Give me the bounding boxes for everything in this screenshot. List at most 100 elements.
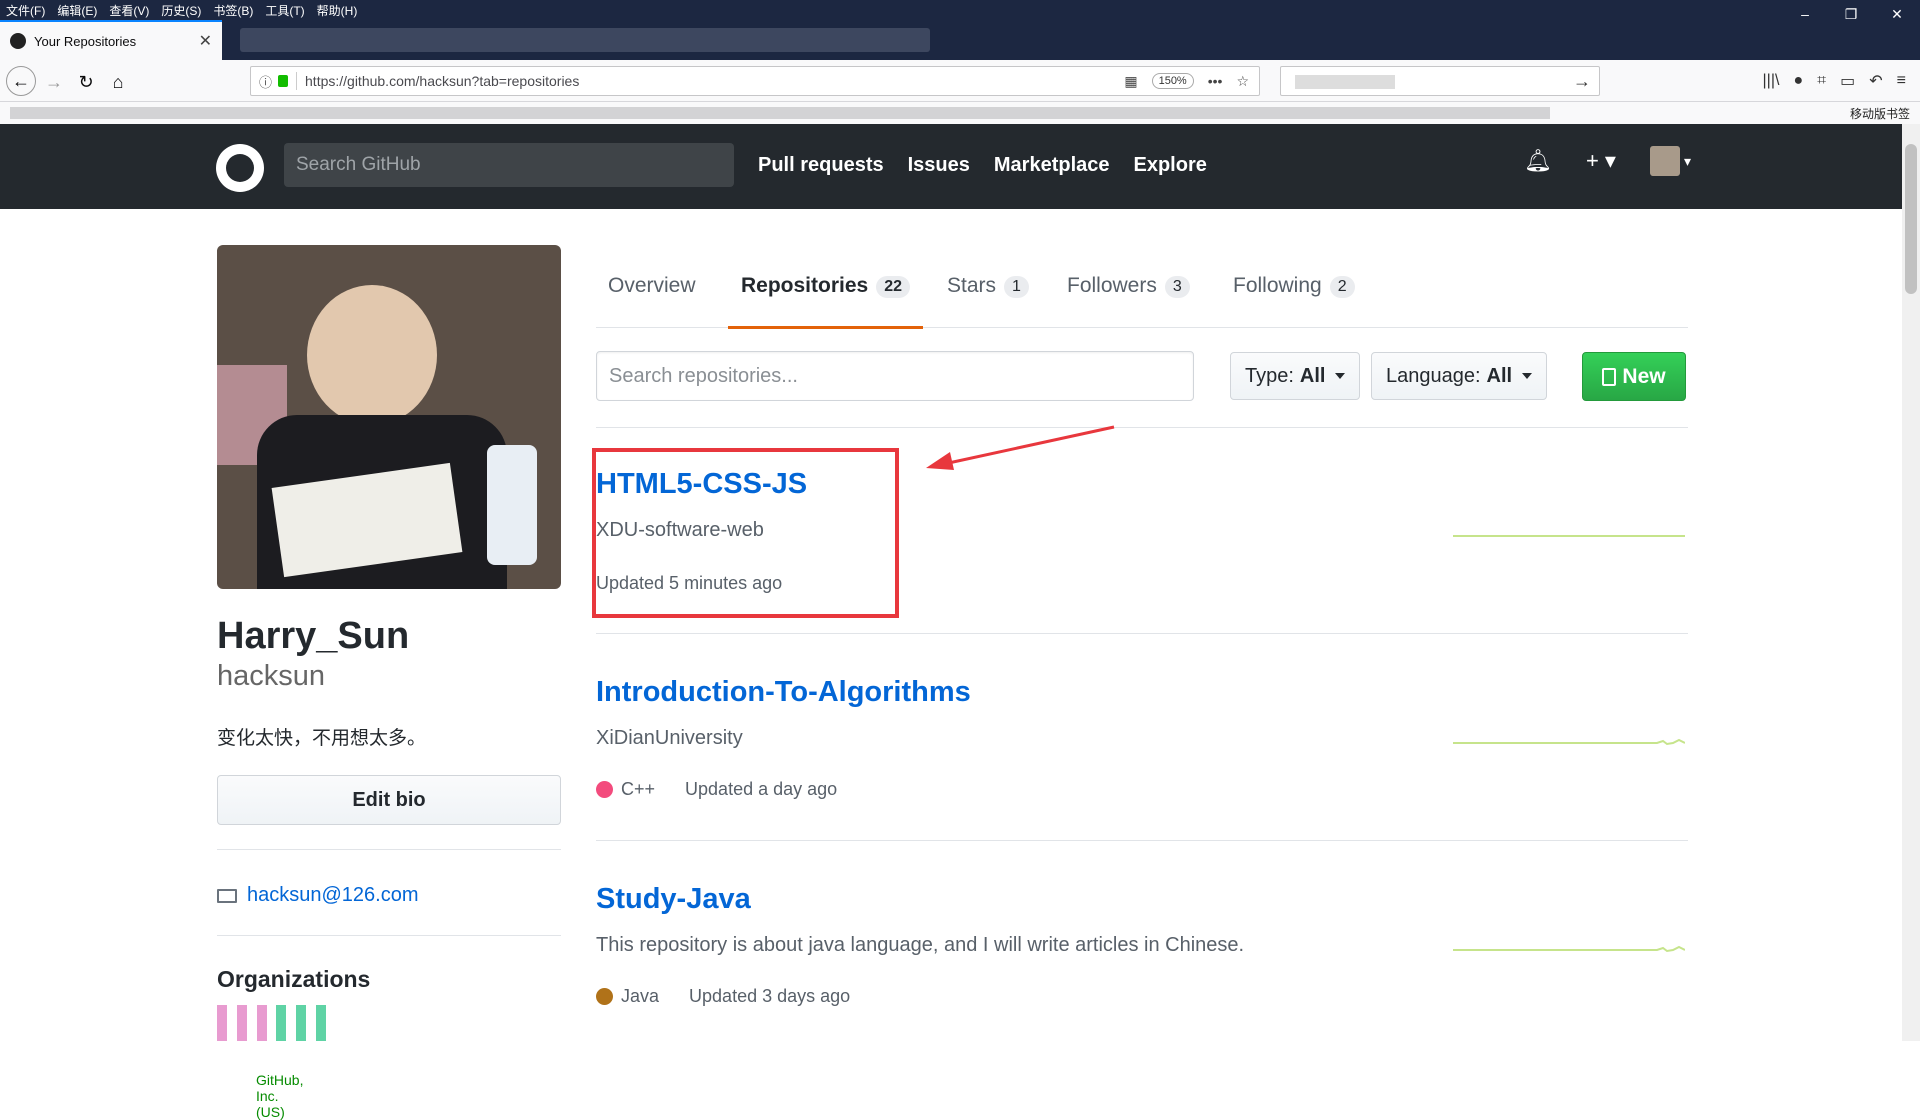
type-filter-dropdown[interactable]: Type: All	[1230, 352, 1361, 400]
toolbar-icons: |||\ ● ⌗ ▭ ↶ ≡	[1763, 66, 1920, 96]
tab-strip: Your Repositories ✕	[0, 20, 1920, 60]
language-color-dot	[596, 988, 613, 1005]
menu-help[interactable]: 帮助(H)	[317, 2, 358, 19]
repo-description: This repository is about java language, …	[596, 934, 1245, 956]
nav-marketplace[interactable]: Marketplace	[994, 154, 1110, 177]
caret-down-icon	[1522, 373, 1533, 379]
github-logo-icon[interactable]	[216, 144, 264, 192]
blurred-tabs	[240, 28, 930, 52]
github-nav: Pull requests Issues Marketplace Explore	[758, 143, 1207, 187]
url-separator	[296, 72, 298, 90]
screenshot-icon[interactable]: ⌗	[1817, 72, 1826, 90]
menu-bookmarks[interactable]: 书签(B)	[213, 2, 253, 19]
profile-email-row: hacksun@126.com	[217, 884, 419, 907]
profile-bio: 变化太快，不用想太多。	[217, 728, 427, 749]
repository-search-placeholder: Search repositories...	[609, 364, 798, 387]
repo-meta: C++ Updated a day ago	[596, 779, 837, 800]
repo-name-link[interactable]: Study-Java	[596, 883, 751, 916]
header-actions: 🔔︎ + ▾ ▾	[1524, 146, 1691, 176]
organization-avatar[interactable]	[276, 1005, 326, 1041]
repository-search-input[interactable]: Search repositories...	[596, 351, 1194, 401]
list-divider	[596, 427, 1688, 428]
menu-history[interactable]: 历史(S)	[161, 2, 201, 19]
search-go-arrow-icon[interactable]: →	[1573, 71, 1591, 92]
hamburger-menu-icon[interactable]: ≡	[1897, 72, 1906, 90]
chat-icon[interactable]: ●	[1793, 72, 1803, 90]
sidebar-icon[interactable]: ▭	[1840, 71, 1855, 91]
list-divider	[596, 633, 1688, 634]
repo-name-link[interactable]: Introduction-To-Algorithms	[596, 676, 971, 709]
nav-pull-requests[interactable]: Pull requests	[758, 154, 884, 177]
tab-count: 3	[1164, 276, 1190, 298]
tab-following[interactable]: Following 2	[1233, 268, 1355, 328]
page-scrollbar[interactable]	[1902, 124, 1920, 1041]
chevron-down-icon: ▾	[1683, 152, 1691, 169]
language-filter-dropdown[interactable]: Language: All	[1371, 352, 1548, 400]
repo-book-icon	[1602, 367, 1617, 386]
tab-overview[interactable]: Overview	[608, 268, 696, 328]
new-button-label: New	[1622, 364, 1666, 388]
create-new-plus-icon[interactable]: + ▾	[1586, 148, 1616, 174]
blurred-search-text	[1295, 75, 1395, 89]
language-filter-label: Language:	[1386, 364, 1481, 387]
type-filter-label: Type:	[1245, 364, 1294, 387]
user-menu[interactable]: ▾	[1649, 146, 1691, 176]
undo-icon[interactable]: ↶	[1869, 71, 1882, 91]
repo-description: XiDianUniversity	[596, 727, 743, 749]
back-arrow-icon[interactable]: ←	[6, 66, 36, 96]
type-filter-value: All	[1299, 364, 1326, 387]
repo-activity-sparkline	[1453, 738, 1685, 746]
tab-label: Followers	[1067, 274, 1157, 297]
close-tab-icon[interactable]: ✕	[199, 31, 212, 51]
language-color-dot	[596, 781, 613, 798]
menu-file[interactable]: 文件(F)	[6, 2, 45, 19]
repo-meta: Java Updated 3 days ago	[596, 986, 850, 1007]
browser-tab-active[interactable]: Your Repositories ✕	[0, 20, 222, 60]
github-search-input[interactable]: Search GitHub	[284, 143, 734, 187]
tab-count: 2	[1329, 276, 1355, 298]
home-icon[interactable]: ⌂	[104, 68, 132, 96]
qr-code-icon[interactable]: ▦	[1124, 73, 1137, 90]
scrollbar-thumb[interactable]	[1905, 144, 1917, 294]
nav-explore[interactable]: Explore	[1134, 154, 1207, 177]
avatar	[1649, 146, 1680, 176]
browser-search-bar[interactable]: →	[1280, 66, 1600, 96]
repo-activity-sparkline	[1453, 535, 1685, 537]
edit-bio-button[interactable]: Edit bio	[217, 775, 561, 825]
language-filter-value: All	[1486, 364, 1513, 387]
browser-tab-title: Your Repositories	[34, 33, 137, 49]
menu-tools[interactable]: 工具(T)	[265, 2, 304, 19]
url-bar[interactable]: ⓘ GitHub, Inc. (US) https://github.com/h…	[250, 66, 1260, 1120]
menu-view[interactable]: 查看(V)	[109, 2, 149, 19]
bookmark-star-icon[interactable]: ☆	[1236, 73, 1249, 90]
browser-menubar: 文件(F) 编辑(E) 查看(V) 历史(S) 书签(B) 工具(T) 帮助(H…	[0, 0, 1920, 20]
browser-navbar: ← → ↻ ⌂ ⓘ GitHub, Inc. (US) https://gith…	[0, 60, 1920, 1120]
profile-login: hacksun	[217, 660, 326, 692]
profile-email-link[interactable]: hacksun@126.com	[247, 884, 419, 907]
page-actions-icon[interactable]: •••	[1208, 73, 1223, 89]
tab-repositories[interactable]: Repositories 22	[728, 268, 923, 329]
caret-down-icon	[1335, 373, 1346, 379]
repo-language: Java	[621, 986, 660, 1006]
zoom-level[interactable]: 150%	[1151, 73, 1194, 89]
repo-updated: Updated a day ago	[685, 779, 838, 799]
new-repository-button[interactable]: New	[1582, 352, 1686, 401]
menu-edit[interactable]: 编辑(E)	[57, 2, 97, 19]
tab-count: 1	[1004, 276, 1029, 298]
sidebar-divider	[217, 935, 561, 936]
url-text[interactable]: https://github.com/hacksun?tab=repositor…	[305, 73, 579, 89]
organization-avatar[interactable]	[217, 1005, 267, 1041]
library-icon[interactable]: |||\	[1763, 72, 1780, 90]
mobile-bookmarks[interactable]: 移动版书签	[1850, 105, 1910, 122]
tab-label: Following	[1233, 274, 1322, 297]
info-icon[interactable]: ⓘ	[259, 72, 272, 91]
forward-arrow-icon[interactable]: →	[40, 68, 68, 96]
tab-stars[interactable]: Stars 1	[947, 268, 1029, 328]
tab-followers[interactable]: Followers 3	[1067, 268, 1190, 328]
reload-icon[interactable]: ↻	[72, 68, 100, 96]
notifications-bell-icon[interactable]: 🔔︎	[1524, 148, 1552, 174]
nav-issues[interactable]: Issues	[908, 154, 970, 177]
profile-avatar[interactable]	[217, 245, 561, 589]
list-divider	[596, 840, 1688, 841]
blurred-bookmarks	[10, 107, 1550, 119]
